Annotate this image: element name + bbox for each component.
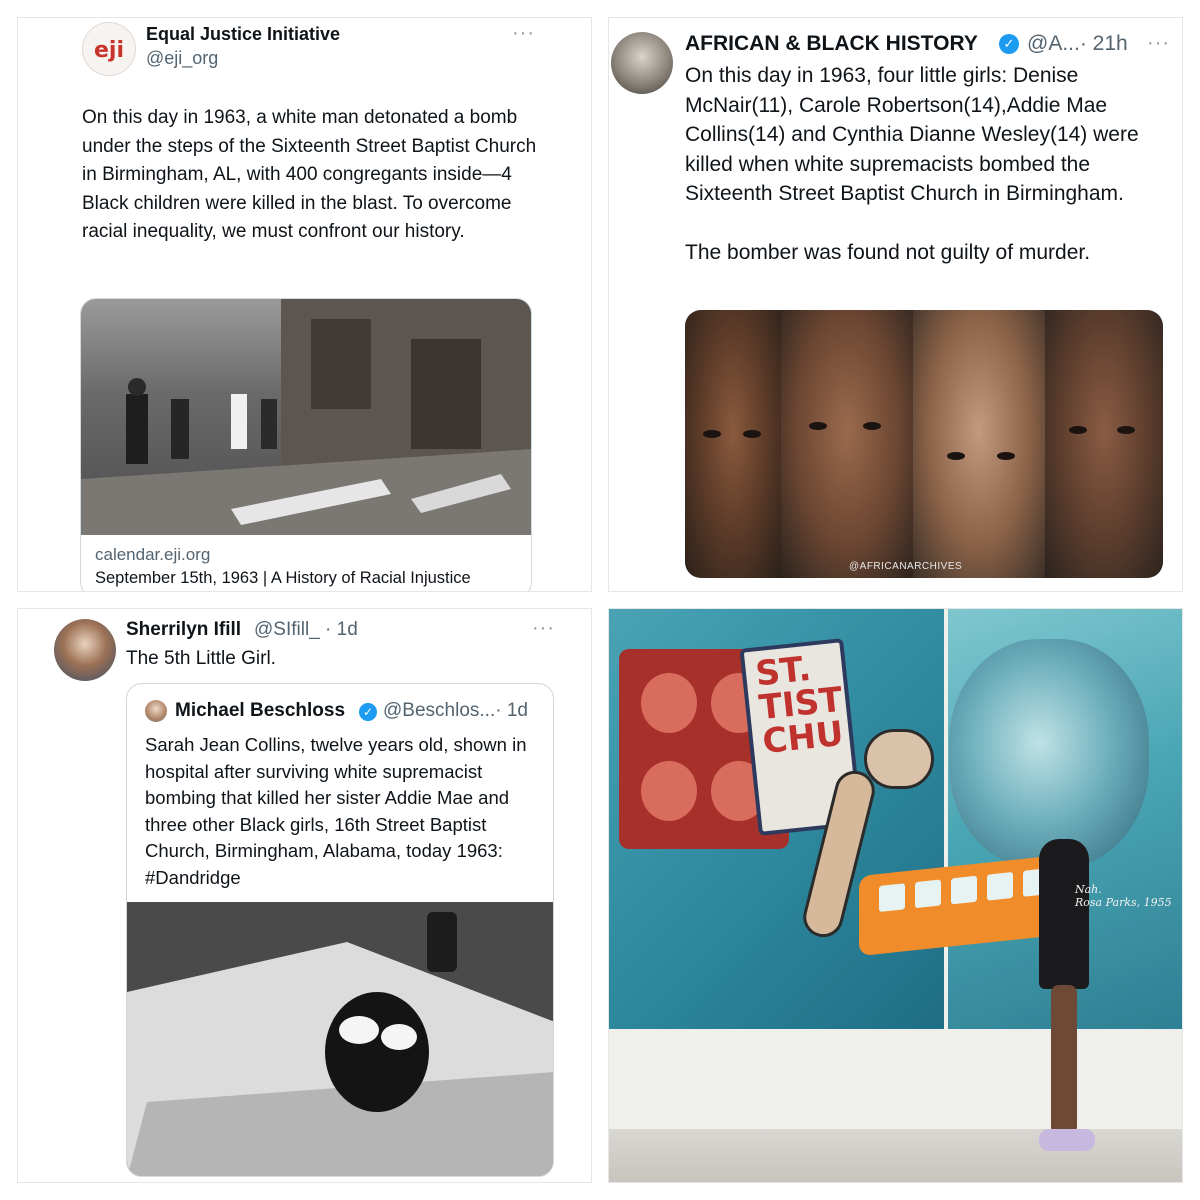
author-handle-time[interactable]: @A...· 21h xyxy=(1027,32,1128,56)
portrait xyxy=(685,310,781,578)
woman-legs xyxy=(1051,985,1077,1135)
author-name[interactable]: Sherrilyn Ifill xyxy=(126,619,241,641)
tweet-paragraph: On this day in 1963, four little girls: … xyxy=(685,64,1139,205)
author-handle: @A... xyxy=(1027,32,1080,55)
avatar[interactable] xyxy=(54,619,116,681)
card-domain: calendar.eji.org xyxy=(95,545,211,564)
tweet-paragraph: The bomber was found not guilty of murde… xyxy=(685,240,1091,264)
church-sign-text: ST. TIST CHU xyxy=(753,648,846,763)
portrait xyxy=(913,310,1045,578)
photo-watermark: @AFRICANARCHIVES xyxy=(849,561,963,572)
photo-illustration xyxy=(127,902,553,1176)
verified-badge-icon: ✓ xyxy=(999,34,1019,54)
portrait xyxy=(781,310,913,578)
church-bombing-photo xyxy=(81,299,531,535)
eji-logo: eji xyxy=(93,38,124,63)
author-handle: @SIfill_ xyxy=(254,619,320,640)
more-options-icon[interactable]: ··· xyxy=(532,617,555,640)
quoted-author-handle: @Beschlos... xyxy=(383,700,496,721)
hashtag-link[interactable]: #Dandridge xyxy=(145,867,241,888)
portrait xyxy=(1045,310,1163,578)
post-time: · 1d xyxy=(325,619,358,640)
verified-badge-icon: ✓ xyxy=(359,703,377,721)
mural-photo[interactable]: ST. TIST CHU Nah. Rosa Parks, 1955 xyxy=(608,608,1183,1183)
avatar[interactable] xyxy=(145,700,167,722)
hospital-photo[interactable] xyxy=(127,902,553,1176)
shirt-text: Nah. Rosa Parks, 1955 xyxy=(1075,883,1172,909)
quoted-author-name[interactable]: Michael Beschloss xyxy=(175,700,345,722)
more-options-icon[interactable]: ··· xyxy=(1147,32,1170,55)
floor xyxy=(609,1129,1182,1182)
woman-in-black-dress xyxy=(1039,839,1089,989)
tweet-text: The 5th Little Girl. xyxy=(126,648,276,669)
author-handle-time[interactable]: @SIfill_ · 1d xyxy=(254,619,358,641)
author-name[interactable]: AFRICAN & BLACK HISTORY xyxy=(685,32,978,56)
avatar[interactable] xyxy=(611,32,673,94)
tweet-text: On this day in 1963, a white man detonat… xyxy=(82,107,537,242)
tweet-eji[interactable]: eji Equal Justice Initiative @eji_org ··… xyxy=(17,17,592,592)
mural-large-face xyxy=(949,639,1149,869)
post-time: · 21h xyxy=(1079,32,1128,55)
tweet-text: On this day in 1963, four little girls: … xyxy=(685,61,1165,267)
quoted-post-time: · 1d xyxy=(495,700,528,721)
author-handle[interactable]: @eji_org xyxy=(146,48,218,69)
sneakers xyxy=(1039,1129,1095,1151)
more-options-icon[interactable]: ··· xyxy=(512,22,535,45)
quoted-author-handle-time[interactable]: @Beschlos...· 1d xyxy=(383,700,528,722)
tweet-sherrilyn-ifill[interactable]: Sherrilyn Ifill @SIfill_ · 1d ··· The 5t… xyxy=(17,608,592,1183)
quoted-text: Sarah Jean Collins, twelve years old, sh… xyxy=(145,734,527,861)
quoted-tweet-text: Sarah Jean Collins, twelve years old, sh… xyxy=(145,732,545,891)
author-name[interactable]: Equal Justice Initiative xyxy=(146,24,340,45)
card-title: September 15th, 1963 | A History of Raci… xyxy=(95,569,471,587)
tweet-african-black-history[interactable]: AFRICAN & BLACK HISTORY ✓ @A...· 21h ···… xyxy=(608,17,1183,592)
photo-illustration xyxy=(81,299,531,535)
quoted-tweet[interactable]: Michael Beschloss ✓ @Beschlos...· 1d Sar… xyxy=(126,683,554,1177)
four-girls-photo[interactable] xyxy=(685,310,1163,578)
mural-fist xyxy=(864,729,934,789)
link-card[interactable]: calendar.eji.org September 15th, 1963 | … xyxy=(80,298,532,591)
